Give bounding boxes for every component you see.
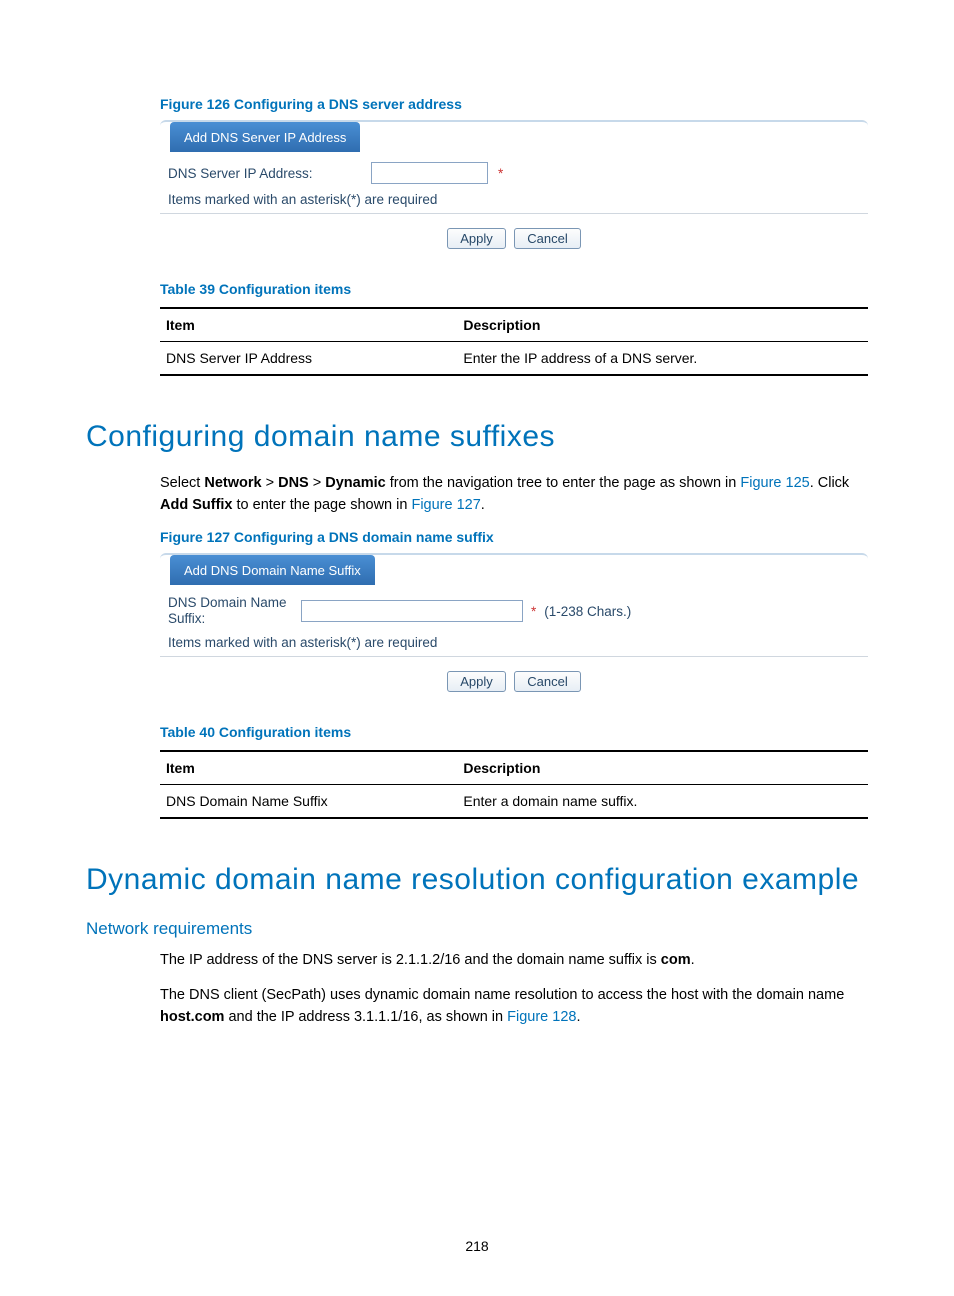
- figure-127-screenshot: Add DNS Domain Name Suffix DNS Domain Na…: [160, 553, 868, 694]
- link-figure-128[interactable]: Figure 128: [507, 1009, 576, 1025]
- dns-domain-suffix-label: DNS Domain Name Suffix:: [168, 595, 293, 627]
- required-note: Items marked with an asterisk(*) are req…: [168, 635, 860, 650]
- paragraph-dns-client: The DNS client (SecPath) uses dynamic do…: [160, 984, 868, 1029]
- paragraph-dns-server-ip: The IP address of the DNS server is 2.1.…: [160, 949, 868, 971]
- link-figure-125[interactable]: Figure 125: [740, 475, 809, 491]
- required-asterisk: *: [498, 166, 503, 181]
- figure-126-caption: Figure 126 Configuring a DNS server addr…: [160, 96, 868, 112]
- link-figure-127[interactable]: Figure 127: [411, 497, 480, 513]
- table-40: Item Description DNS Domain Name Suffix …: [160, 750, 868, 819]
- table-header-description: Description: [457, 308, 868, 342]
- table-39-caption: Table 39 Configuration items: [160, 281, 868, 297]
- heading-dynamic-resolution-example: Dynamic domain name resolution configura…: [86, 863, 868, 897]
- figure-126-screenshot: Add DNS Server IP Address DNS Server IP …: [160, 120, 868, 251]
- table-39: Item Description DNS Server IP Address E…: [160, 307, 868, 376]
- cancel-button[interactable]: Cancel: [514, 228, 580, 249]
- apply-button[interactable]: Apply: [447, 671, 506, 692]
- panel-title: Add DNS Server IP Address: [170, 122, 360, 152]
- figure-127-caption: Figure 127 Configuring a DNS domain name…: [160, 529, 868, 545]
- table-header-item: Item: [160, 751, 457, 785]
- page-number: 218: [0, 1238, 954, 1254]
- cancel-button[interactable]: Cancel: [514, 671, 580, 692]
- dns-domain-suffix-input[interactable]: [301, 600, 523, 622]
- required-note: Items marked with an asterisk(*) are req…: [168, 192, 860, 207]
- dns-server-ip-input[interactable]: [371, 162, 488, 184]
- table-row: DNS Domain Name Suffix Enter a domain na…: [160, 785, 868, 819]
- apply-button[interactable]: Apply: [447, 228, 506, 249]
- table-40-caption: Table 40 Configuration items: [160, 724, 868, 740]
- dns-server-ip-label: DNS Server IP Address:: [168, 166, 363, 181]
- field-hint: (1-238 Chars.): [544, 604, 631, 619]
- paragraph-select-network: Select Network > DNS > Dynamic from the …: [160, 472, 868, 517]
- table-header-description: Description: [457, 751, 868, 785]
- panel-title: Add DNS Domain Name Suffix: [170, 555, 375, 585]
- required-asterisk: *: [531, 604, 536, 619]
- table-header-item: Item: [160, 308, 457, 342]
- subheading-network-requirements: Network requirements: [86, 919, 868, 939]
- table-row: DNS Server IP Address Enter the IP addre…: [160, 342, 868, 376]
- heading-configuring-domain-suffixes: Configuring domain name suffixes: [86, 420, 868, 454]
